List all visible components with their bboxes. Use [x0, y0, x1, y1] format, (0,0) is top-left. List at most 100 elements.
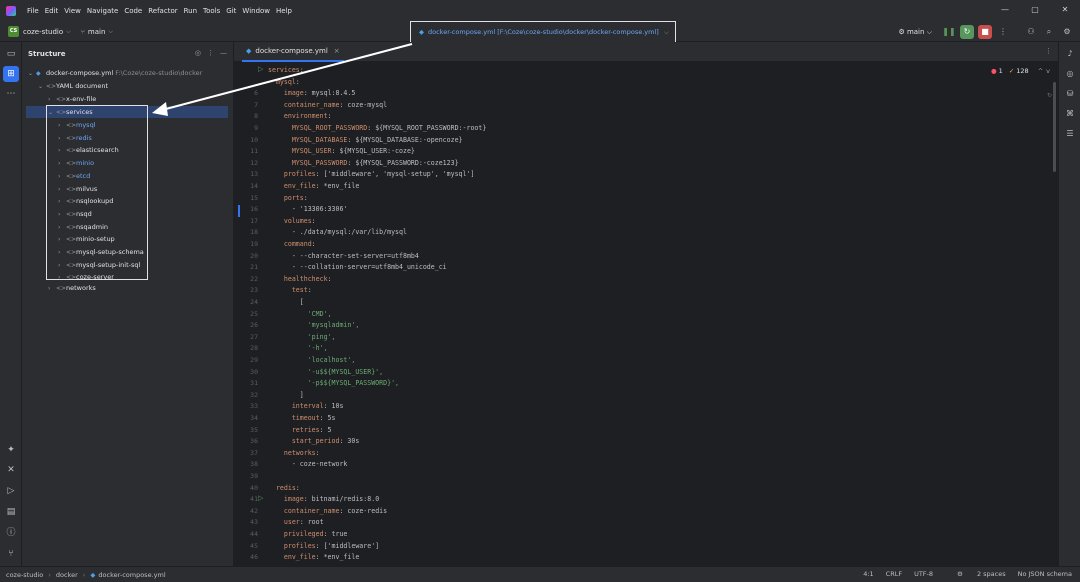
code-line[interactable]: user: root [268, 518, 324, 526]
more-tools-icon[interactable]: ⋯ [3, 86, 19, 102]
copilot-icon[interactable]: ⌘ [1062, 106, 1078, 122]
code-line[interactable]: - '13306:3306' [268, 205, 348, 213]
tab-docker-compose[interactable]: ◆ docker-compose.yml × [242, 42, 344, 62]
menu-item-tools[interactable]: Tools [203, 7, 220, 15]
code-line[interactable]: env_file: *env_file [268, 182, 359, 190]
breadcrumb-file[interactable]: docker-compose.yml [98, 571, 165, 579]
inspection-widget[interactable]: ● 1 ✓ 128 ^ v [991, 67, 1050, 75]
code-line[interactable]: image: bitnami/redis:8.0 [268, 495, 379, 503]
caret-position[interactable]: 4:1 [863, 570, 873, 578]
tab-options-icon[interactable]: ⋮ [1045, 47, 1052, 55]
vcs-change-marker[interactable] [238, 205, 240, 218]
view-options-icon[interactable]: ◎ [195, 49, 201, 57]
settings-icon[interactable]: ⚙ [1060, 25, 1074, 39]
json-schema[interactable]: No JSON schema [1018, 570, 1072, 578]
menu-item-code[interactable]: Code [124, 7, 142, 15]
search-icon[interactable]: ⌕ [1042, 25, 1056, 39]
code-line[interactable]: profiles: ['middleware'] [268, 542, 379, 550]
maximize-icon[interactable]: ▢ [1020, 0, 1050, 22]
problems-icon[interactable]: ⓘ [3, 525, 19, 541]
chevron-up-icon[interactable]: ^ [1038, 67, 1043, 75]
project-icon[interactable]: ▭ [3, 46, 19, 62]
terminal-icon[interactable]: ▤ [3, 504, 19, 520]
tree-x-env-file[interactable]: › <>x-env-file [48, 93, 96, 105]
code-line[interactable]: networks: [268, 449, 320, 457]
chevron-down-icon[interactable]: ⌄ [38, 81, 46, 93]
code-line[interactable]: redis: [268, 484, 300, 492]
code-line[interactable]: environment: [268, 112, 332, 120]
code-line[interactable]: test: [268, 286, 312, 294]
breadcrumb-project[interactable]: coze-studio [6, 571, 43, 579]
code-line[interactable]: privileged: true [268, 530, 348, 538]
code-line[interactable]: - ./data/mysql:/var/lib/mysql [268, 228, 407, 236]
project-name[interactable]: coze-studio [23, 28, 63, 36]
code-line[interactable]: - coze-network [268, 460, 348, 468]
plugins-icon[interactable]: ✦ [3, 442, 19, 458]
menu-item-refactor[interactable]: Refactor [148, 7, 177, 15]
code-line[interactable]: - --collation-server=utf8mb4_unicode_ci [268, 263, 447, 271]
hide-icon[interactable]: — [220, 49, 227, 57]
chevron-down-icon[interactable]: ⌄ [28, 68, 36, 80]
code-line[interactable]: command: [268, 240, 316, 248]
code-line[interactable]: ports: [268, 194, 308, 202]
run-config-selector[interactable]: ⚙ main ⌵ [898, 28, 932, 37]
menu-item-run[interactable]: Run [184, 7, 197, 15]
menu-item-edit[interactable]: Edit [45, 7, 59, 15]
notifications-icon[interactable]: ♪ [1062, 46, 1078, 62]
file-encoding[interactable]: UTF-8 [914, 570, 933, 578]
branch-widget[interactable]: ⑂ main ⌵ [81, 28, 113, 36]
code-line[interactable]: retries: 5 [268, 426, 332, 434]
indent-setting[interactable]: ⚙ 2 spaces [945, 570, 1006, 578]
chevron-down-icon[interactable]: ⌵ [664, 28, 669, 37]
rerun-icon[interactable]: ↻ [960, 25, 974, 39]
debug-icon[interactable]: ❚❚ [942, 25, 956, 39]
services-icon[interactable]: ✕ [3, 462, 19, 478]
code-line[interactable]: '-p$${MYSQL_PASSWORD}', [268, 379, 399, 387]
code-line[interactable]: image: mysql:8.4.5 [268, 89, 355, 97]
menu-item-navigate[interactable]: Navigate [87, 7, 118, 15]
code-line[interactable]: container_name: coze-redis [268, 507, 387, 515]
reader-mode-icon[interactable]: ↻ [1047, 92, 1052, 99]
minimize-icon[interactable]: — [990, 0, 1020, 22]
ai-assistant-icon[interactable]: ◎ [1062, 66, 1078, 82]
menu-item-window[interactable]: Window [242, 7, 270, 15]
menu-item-view[interactable]: View [64, 7, 81, 15]
code-line[interactable]: MYSQL_ROOT_PASSWORD: ${MYSQL_ROOT_PASSWO… [268, 124, 487, 132]
close-tab-icon[interactable]: × [334, 47, 340, 55]
code-line[interactable]: '-h', [268, 344, 328, 352]
code-line[interactable]: 'mysqladmin', [268, 321, 360, 329]
line-separator[interactable]: CRLF [886, 570, 902, 578]
breadcrumb-folder[interactable]: docker [56, 571, 78, 579]
close-icon[interactable]: ✕ [1050, 0, 1080, 22]
code-line[interactable]: 'CMD', [268, 310, 332, 318]
code-line[interactable]: MYSQL_USER: ${MYSQL_USER:-coze} [268, 147, 415, 155]
code-line[interactable]: - --character-set-server=utf8mb4 [268, 252, 419, 260]
code-line[interactable]: profiles: ['middleware', 'mysql-setup', … [268, 170, 475, 178]
code-line[interactable]: container_name: coze-mysql [268, 101, 387, 109]
database-icon[interactable]: ⛁ [1062, 86, 1078, 102]
code-line[interactable]: [ [268, 298, 304, 306]
run-gutter-icon[interactable]: ▷ [258, 494, 263, 502]
code-line[interactable]: MYSQL_PASSWORD: ${MYSQL_PASSWORD:-coze12… [268, 159, 459, 167]
code-line[interactable]: timeout: 5s [268, 414, 336, 422]
stop-icon[interactable]: ■ [978, 25, 992, 39]
code-line[interactable]: 'ping', [268, 333, 336, 341]
code-line[interactable]: interval: 10s [268, 402, 344, 410]
project-badge[interactable]: CS [8, 26, 19, 37]
tree-yaml-document[interactable]: ⌄ <>YAML document [38, 80, 108, 92]
editor-scrollbar[interactable] [1053, 82, 1056, 172]
chevron-right-icon[interactable]: › [48, 283, 56, 295]
code-line[interactable]: 'localhost', [268, 356, 356, 364]
menu-item-file[interactable]: File [27, 7, 39, 15]
options-icon[interactable]: ⋮ [207, 49, 214, 57]
chevron-down-icon[interactable]: v [1046, 67, 1050, 75]
menu-item-git[interactable]: Git [226, 7, 236, 15]
tree-networks[interactable]: › <>networks [48, 282, 96, 294]
file-path-popup[interactable]: ◆ docker-compose.yml [F:\Coze\coze-studi… [410, 21, 676, 43]
chevron-down-icon[interactable]: ⌵ [66, 28, 71, 36]
more-actions-icon[interactable]: ⋮ [996, 25, 1010, 39]
structure-icon[interactable]: ⊞ [3, 66, 19, 82]
git-icon[interactable]: ⑂ [3, 546, 19, 562]
code-line[interactable]: healthcheck: [268, 275, 332, 283]
code-line[interactable]: services: [268, 66, 304, 74]
